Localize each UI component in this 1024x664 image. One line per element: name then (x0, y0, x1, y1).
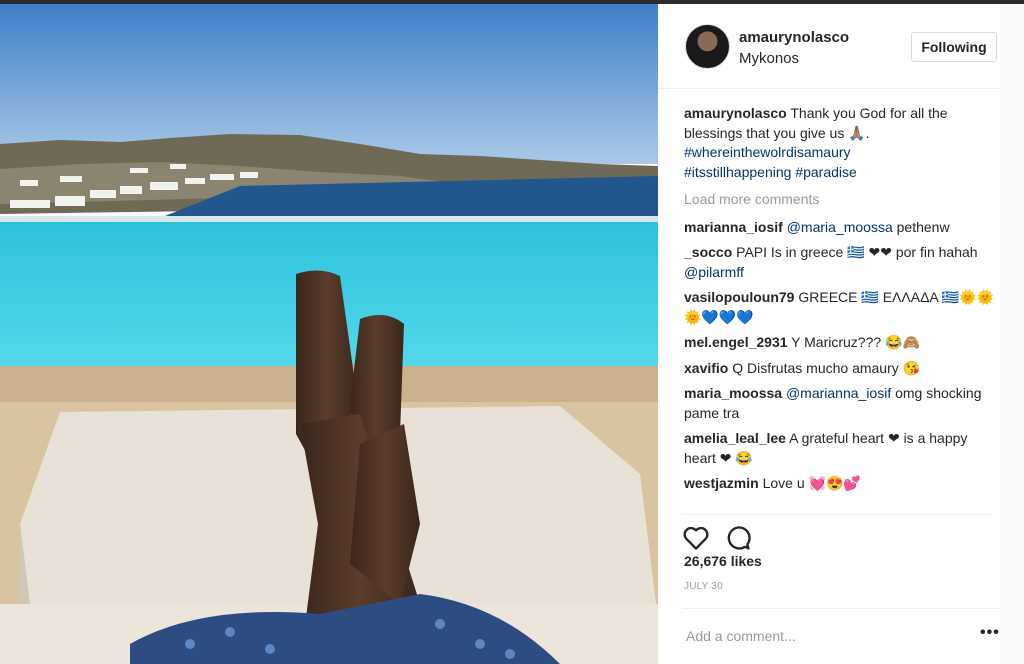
caption-username[interactable]: amaurynolasco (684, 105, 787, 121)
comment-item: _socco PAPI Is in greece 🇬🇷 ❤❤ por fin h… (684, 243, 1002, 282)
heart-icon[interactable] (682, 524, 712, 554)
post-photo[interactable] (0, 4, 658, 664)
comment-text: Y Maricruz??? 😂🙈 (791, 334, 920, 350)
likes-count[interactable]: 26,676 likes (684, 553, 762, 569)
add-comment-section: ••• (682, 608, 1000, 659)
comment-item: xavifio Q Disfrutas mucho amaury 😘 (684, 359, 1002, 379)
header-username[interactable]: amaurynolasco (739, 29, 849, 46)
post-date[interactable]: JULY 30 (684, 581, 723, 592)
comment-item: vasilopouloun79 GREECE 🇬🇷 ΕΛΛΑΔΑ 🇬🇷🌞🌞🌞💙💙… (684, 288, 1002, 327)
instagram-post: amaurynolasco Mykonos Following amauryno… (0, 4, 1024, 664)
comment-username[interactable]: marianna_iosif (684, 219, 783, 235)
hashtag[interactable]: #whereinthewolrdisamaury (684, 144, 851, 160)
comment-username[interactable]: xavifio (684, 360, 728, 376)
location-link[interactable]: Mykonos (739, 50, 799, 67)
comment-item: westjazmin Love u 💓😍💕 (684, 474, 1002, 494)
comment-input[interactable] (684, 627, 958, 645)
comment-item: maria_moossa @marianna_iosif omg shockin… (684, 384, 1002, 423)
comment-text: Q Disfrutas mucho amaury 😘 (732, 359, 921, 376)
comment-mention[interactable]: @maria_moossa (787, 219, 893, 235)
post-header: amaurynolasco Mykonos Following (658, 4, 1000, 89)
ellipsis-icon[interactable]: ••• (980, 624, 1000, 642)
load-more-comments-link[interactable]: Load more comments (684, 190, 1002, 210)
post-photo-image (0, 4, 658, 664)
comment-item: marianna_iosif @maria_moossa pethenw (684, 218, 1002, 238)
comment-mention[interactable]: @pilarmff (684, 264, 744, 280)
comment-mention[interactable]: @marianna_iosif (786, 385, 891, 401)
comment-username[interactable]: maria_moossa (684, 385, 782, 401)
hashtag[interactable]: #paradise (795, 164, 857, 180)
caption: amaurynolasco Thank you God for all the … (684, 104, 1002, 182)
speech-bubble-icon[interactable] (724, 524, 754, 554)
post-actions (682, 514, 992, 550)
following-button[interactable]: Following (911, 32, 997, 62)
post-sidebar: amaurynolasco Mykonos Following amauryno… (658, 4, 1024, 664)
comment-text: Love u 💓😍💕 (762, 475, 861, 491)
comment-text: PAPI Is in greece 🇬🇷 ❤❤ por fin hahah (736, 244, 978, 260)
comment-username[interactable]: _socco (684, 244, 732, 260)
comment-username[interactable]: mel.engel_2931 (684, 334, 788, 350)
avatar[interactable] (685, 24, 730, 69)
comment-username[interactable]: westjazmin (684, 475, 759, 491)
page-background-strip (1000, 4, 1024, 664)
comment-username[interactable]: amelia_leal_lee (684, 430, 786, 446)
comment-text: pethenw (896, 218, 950, 235)
comment-item: mel.engel_2931 Y Maricruz??? 😂🙈 (684, 333, 1002, 353)
comment-item: amelia_leal_lee A grateful heart ❤ is a … (684, 429, 1002, 468)
comments-list: amaurynolasco Thank you God for all the … (684, 104, 1002, 504)
hashtag[interactable]: #itsstillhappening (684, 164, 791, 180)
comment-username[interactable]: vasilopouloun79 (684, 289, 794, 305)
